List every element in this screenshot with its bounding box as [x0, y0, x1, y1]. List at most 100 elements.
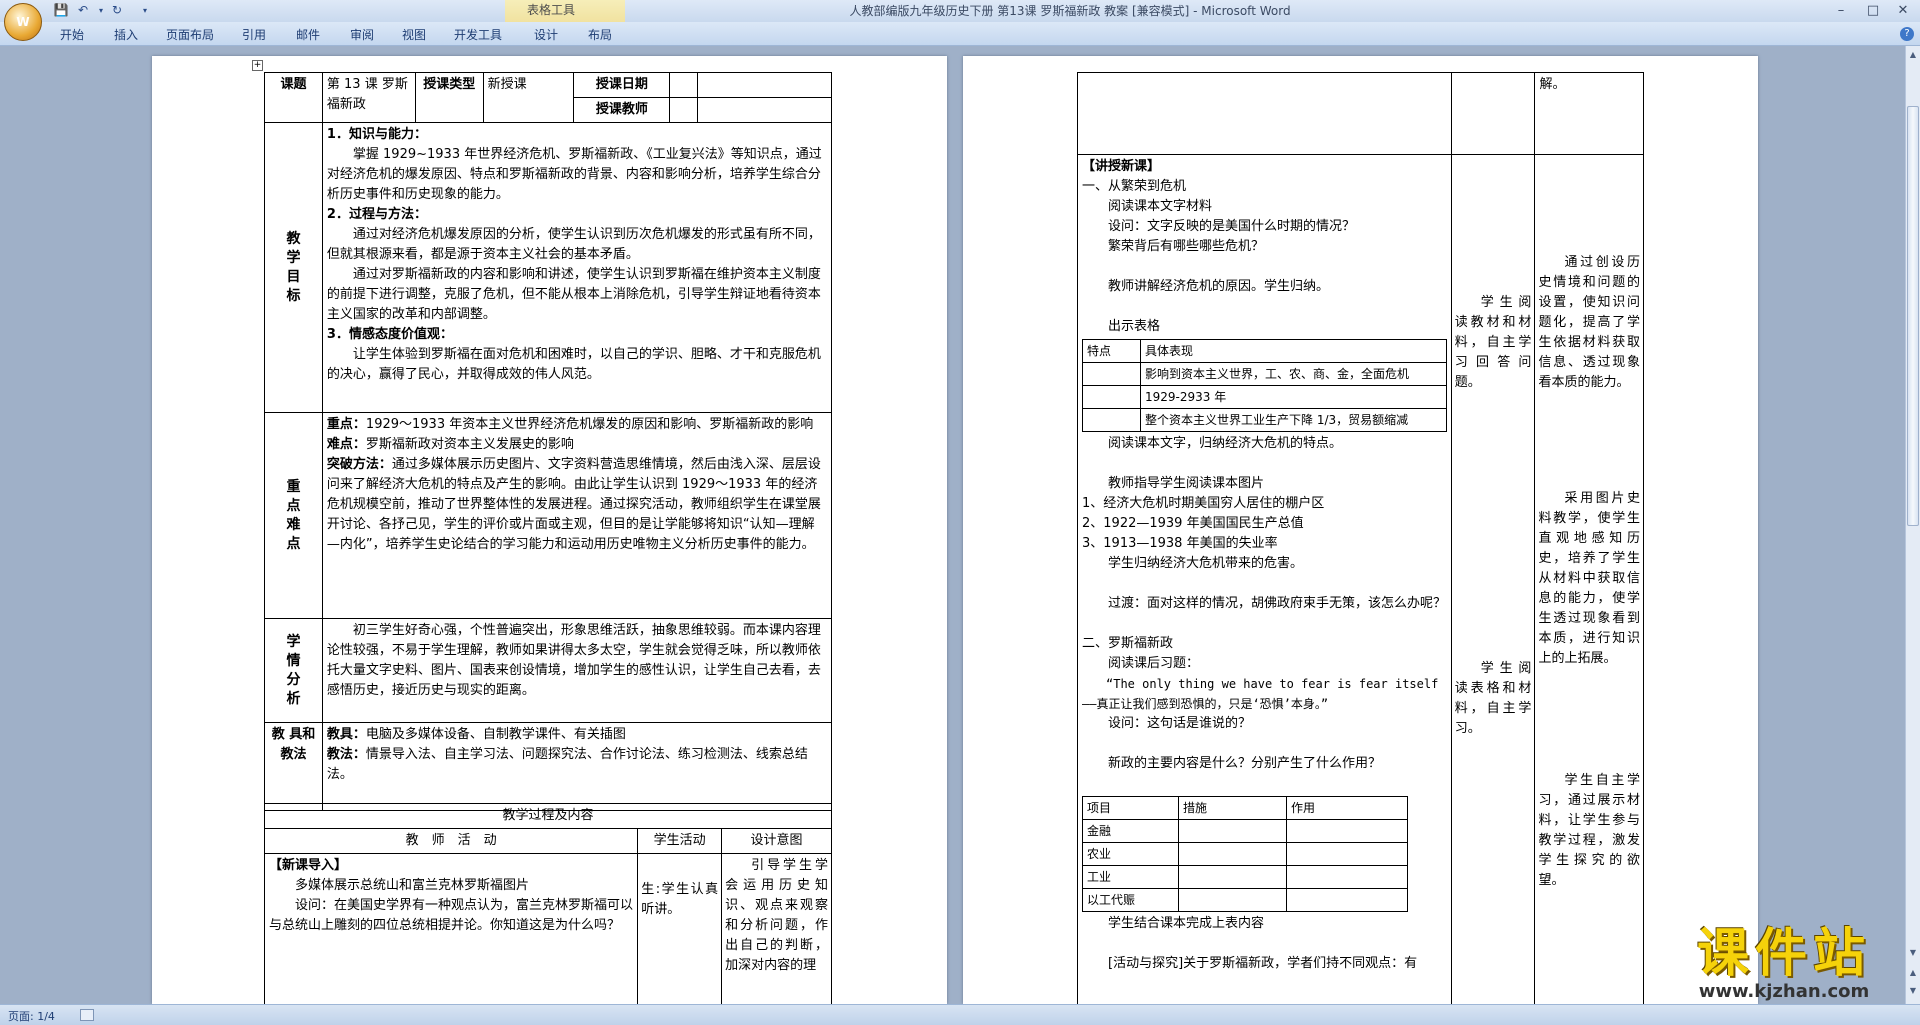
window-title: 人教部编版九年级历史下册 第13课 罗斯福新政 教案 [兼容模式] - Micr…: [849, 4, 1291, 18]
s2-line-1: 阅读课后习题：: [1108, 656, 1200, 671]
teacher-blank[interactable]: [697, 97, 832, 123]
section-1-heading: 一、从繁荣到危机: [1082, 179, 1187, 194]
tools-content[interactable]: 教具：电脑及多媒体设备、自制教学课件、有关插图 教法：情景导入法、自主学习法、问…: [321, 722, 833, 811]
s1-line-3: 繁荣背后有哪些哪些危机？: [1108, 239, 1265, 254]
tools-jj-text: 电脑及多媒体设备、自制教学课件、有关插图: [365, 727, 626, 742]
date-blank[interactable]: [697, 72, 832, 98]
tab-view[interactable]: 视图: [402, 26, 426, 43]
s1-line-5: 出示表格: [1108, 319, 1161, 334]
student-analysis-label: 学情分析: [264, 618, 323, 723]
proofing-icon[interactable]: [80, 1009, 94, 1021]
save-icon[interactable]: 💾: [52, 2, 70, 19]
office-orb-icon[interactable]: W: [4, 3, 42, 41]
tab-design[interactable]: 设计: [534, 26, 558, 43]
tab-insert[interactable]: 插入: [114, 26, 138, 43]
page-count-status[interactable]: 页面: 1/4: [8, 1008, 55, 1024]
intro-student-cell[interactable]: 生:学生认真听讲。: [637, 853, 723, 1004]
tools-jj-label: 教具：: [326, 727, 366, 742]
teacher-label: 授课教师: [573, 97, 671, 123]
new-lesson-intent-cell[interactable]: 通过创设历史情境和问题的设置，使知识问题化，提高了学生依据材料获取信息、透过现象…: [1534, 154, 1644, 1004]
tab-references[interactable]: 引用: [242, 26, 266, 43]
minimize-icon[interactable]: –: [1826, 0, 1856, 22]
t1-cell[interactable]: [1082, 362, 1141, 386]
goals-label: 教学目标: [264, 122, 323, 413]
scrollbar-thumb[interactable]: [1907, 106, 1919, 526]
difficulty-label: 难点：: [326, 437, 366, 452]
goal-text-1: 掌握 1929~1933 年世界经济危机、罗斯福新政、《工业复兴法》等知识点，通…: [326, 147, 822, 202]
date-value[interactable]: [669, 72, 699, 98]
ribbon-tabs: 开始 插入 页面布局 引用 邮件 审阅 视图 开发工具 设计 布局 ?: [0, 22, 1920, 46]
customize-qat-icon[interactable]: ▾: [136, 2, 154, 19]
s2-line-4: 新政的主要内容是什么？分别产生了什么作用？: [1108, 756, 1382, 771]
t2-cell[interactable]: [1178, 888, 1287, 912]
t2-cell[interactable]: [1178, 819, 1287, 843]
process-table-continued: 解。 【讲授新课】 一、从繁荣到危机 阅读课本文字材料 设问：文字反映的是美国什…: [1077, 72, 1644, 1004]
t2-cell[interactable]: [1286, 842, 1408, 866]
key-content[interactable]: 重点：1929～1933 年资本主义世界经济危机爆发的原因和影响、罗斯福新政的影…: [321, 412, 833, 619]
intro-teacher-cell[interactable]: 【新课导入】 多媒体展示总统山和富兰克林罗斯福图片 设问：在美国史学界有一种观点…: [263, 853, 639, 1004]
goals-content[interactable]: 1．知识与能力： 掌握 1929~1933 年世界经济危机、罗斯福新政、《工业复…: [321, 122, 833, 413]
page-2[interactable]: 解。 【讲授新课】 一、从繁荣到危机 阅读课本文字材料 设问：文字反映的是美国什…: [963, 56, 1758, 1004]
t2-cell[interactable]: [1178, 842, 1287, 866]
new-lesson-teacher-cell[interactable]: 【讲授新课】 一、从繁荣到危机 阅读课本文字材料 设问：文字反映的是美国什么时期…: [1077, 154, 1452, 1004]
maximize-icon[interactable]: □: [1858, 0, 1888, 22]
process-title: 教学过程及内容: [264, 803, 832, 829]
help-icon[interactable]: ?: [1900, 27, 1914, 41]
t2-row-industry: 工业: [1082, 865, 1179, 889]
s2-line-5: 学生结合课本完成上表内容: [1108, 916, 1265, 931]
s1-line-11: 学生归纳经济大危机带来的危害。: [1108, 556, 1304, 571]
page-1[interactable]: + 课题 第 13 课 罗斯福新政 授课类型 新授课 授课日期 授课教师 教学目…: [152, 56, 947, 1004]
t2-cell[interactable]: [1286, 888, 1408, 912]
s1-line-6: 阅读课本文字，归纳经济大危机的特点。: [1108, 436, 1343, 451]
tab-home[interactable]: 开始: [60, 26, 84, 43]
t1-cell[interactable]: [1082, 408, 1141, 432]
scroll-up-icon[interactable]: ▲: [1907, 48, 1919, 62]
intent-c: 学生自主学习，通过展示材料，让学生参与教学过程，激发学生探究的欲望。: [1538, 773, 1640, 888]
tab-developer[interactable]: 开发工具: [454, 26, 502, 43]
t1-row-2: 1929-2933 年: [1140, 385, 1447, 409]
title-bar: 💾 ↶ ▾ ↻ ▾ 表格工具 人教部编版九年级历史下册 第13课 罗斯福新政 教…: [0, 0, 1920, 22]
tab-page-layout[interactable]: 页面布局: [166, 26, 214, 43]
s1-line-9: 2、1922—1939 年美国国民生产总值: [1082, 516, 1304, 531]
t1-cell[interactable]: [1082, 385, 1141, 409]
scroll-down-icon[interactable]: ▼: [1907, 946, 1919, 960]
s1-line-4: 教师讲解经济危机的原因。学生归纳。: [1108, 279, 1330, 294]
document-workspace[interactable]: + 课题 第 13 课 罗斯福新政 授课类型 新授课 授课日期 授课教师 教学目…: [0, 46, 1905, 1004]
intro-heading: 【新课导入】: [269, 858, 348, 873]
intro-intent-cell[interactable]: 引导学生学会运用历史知识、观点来观察和分析问题，作出自己的判断，加深对内容的理: [721, 853, 832, 1004]
title-label: 课题: [264, 72, 323, 123]
new-lesson-student-cell[interactable]: 学生阅读教材和材料，自主学习回答问题。 学生阅读表格和材料，自主学习。: [1450, 154, 1536, 1004]
intent-a: 通过创设历史情境和问题的设置，使知识问题化，提高了学生依据材料获取信息、透过现象…: [1538, 255, 1640, 390]
goal-heading-2: 2．过程与方法：: [326, 207, 427, 222]
t1-head-detail: 具体表现: [1140, 339, 1447, 363]
cont-student-top[interactable]: [1450, 72, 1536, 155]
prev-page-icon[interactable]: ▲: [1907, 966, 1919, 980]
vertical-scrollbar[interactable]: ▲ ▼ ▲ ▼: [1905, 46, 1920, 1004]
tab-layout[interactable]: 布局: [588, 26, 612, 43]
s2-line-2: “The only thing we have to fear is fear …: [1082, 677, 1439, 711]
cont-teacher-top[interactable]: [1077, 72, 1452, 155]
table-move-handle-icon[interactable]: +: [252, 60, 263, 71]
title-value: 第 13 课 罗斯福新政: [321, 72, 416, 123]
s1-line-8: 1、经济大危机时期美国穷人居住的棚户区: [1082, 496, 1325, 511]
t1-row-1: 影响到资本主义世界，工、农、商、金，全面危机: [1140, 362, 1447, 386]
t2-cell[interactable]: [1286, 865, 1408, 889]
teacher-value[interactable]: [669, 97, 699, 123]
tab-review[interactable]: 审阅: [350, 26, 374, 43]
goal-text-2b: 通过对罗斯福新政的内容和影响和讲述，使学生认识到罗斯福在维护资本主义制度的前提下…: [326, 267, 821, 322]
intent-b: 采用图片史料教学，使学生直观地感知历史，培养了学生从材料中获取信息的能力，使学生…: [1538, 491, 1640, 666]
crisis-features-table: 特点 具体表现 影响到资本主义世界，工、农、商、金，全面危机 1929-2933 …: [1082, 339, 1447, 432]
close-icon[interactable]: ✕: [1888, 0, 1918, 22]
cont-intent-top[interactable]: 解。: [1534, 72, 1644, 155]
next-page-icon[interactable]: ▼: [1907, 984, 1919, 998]
t2-cell[interactable]: [1286, 819, 1408, 843]
t2-row-finance: 金融: [1082, 819, 1179, 843]
t2-cell[interactable]: [1178, 865, 1287, 889]
undo-icon[interactable]: ↶: [74, 2, 92, 19]
tab-mailings[interactable]: 邮件: [296, 26, 320, 43]
student-analysis-content[interactable]: 初三学生好奇心强，个性普遍突出，形象思维活跃，抽象思维较弱。而本课内容理论性较强…: [321, 618, 833, 723]
s2-line-6: [活动与探究]关于罗斯福新政，学者们持不同观点：有: [1108, 956, 1418, 971]
redo-icon[interactable]: ↻: [108, 2, 126, 19]
watermark-logo: 课件站 www.kjzhan.com: [1668, 926, 1900, 1004]
method-text: 通过多媒体展示历史图片、文字资料营造思维情境，然后由浅入深、层层设问来了解经济大…: [326, 457, 821, 552]
